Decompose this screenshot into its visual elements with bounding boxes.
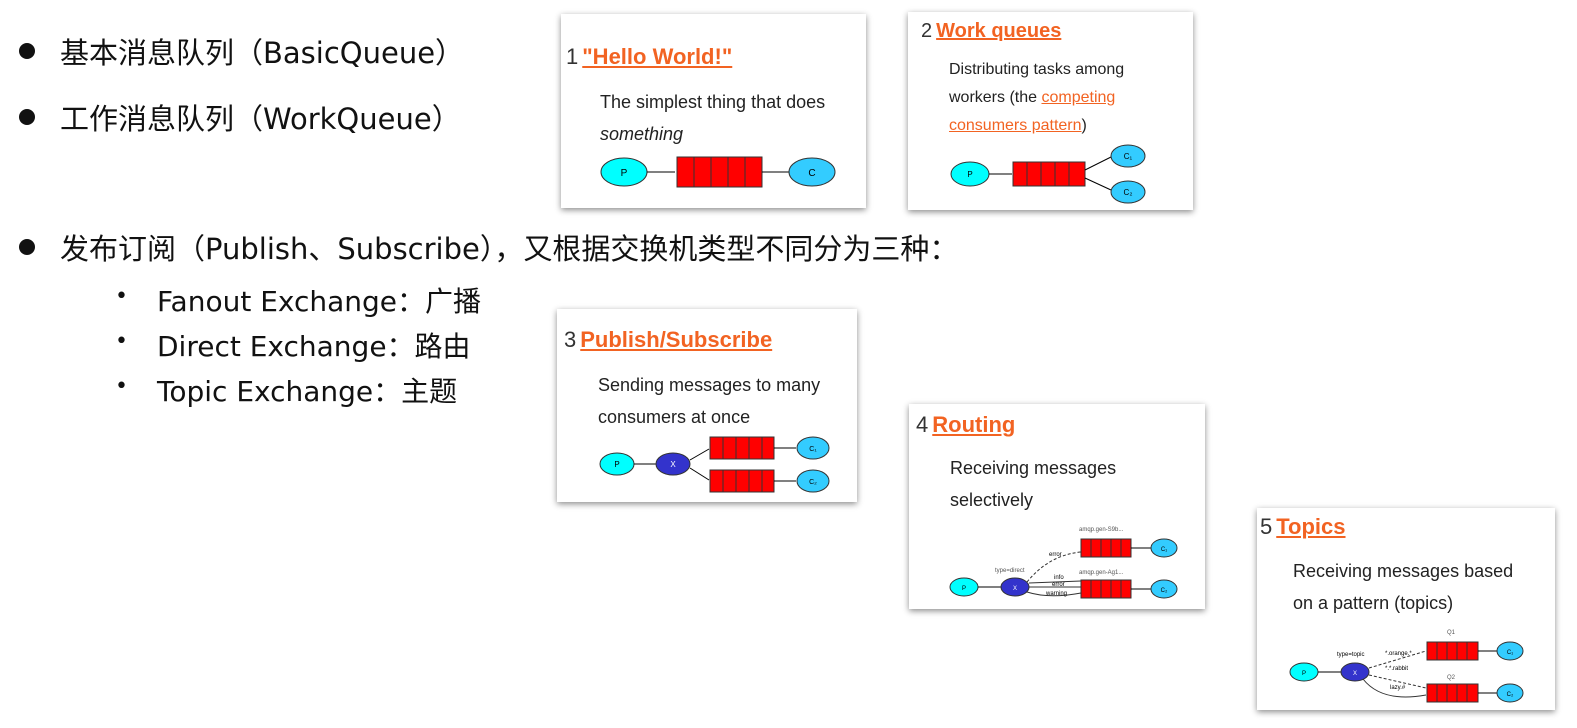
diagram-label: P xyxy=(962,586,966,592)
diagram-label: C₁ xyxy=(1161,547,1167,553)
diagram-label: C₂ xyxy=(1507,692,1514,698)
competing-consumers-link[interactable]: consumers pattern xyxy=(949,117,1082,134)
card-desc: something xyxy=(600,124,684,144)
bullet-dot-icon xyxy=(19,239,35,255)
bullet-text: 发布订阅（Publish、Subscribe），又根据交换机类型不同分为三种： xyxy=(60,232,959,266)
hello-world-diagram: P C xyxy=(600,156,836,188)
card-number: 1 xyxy=(566,44,579,69)
diagram-label: lazy.# xyxy=(1390,685,1406,691)
diagram-shape xyxy=(1080,538,1132,558)
card-desc: Receiving messages xyxy=(950,458,1117,478)
routing-link[interactable]: Routing xyxy=(932,412,1015,437)
bullet-dot-icon xyxy=(19,43,35,59)
diagram-label: Q2 xyxy=(1447,675,1456,681)
diagram-label: *.*.rabbit xyxy=(1385,666,1408,672)
card-number: 5 xyxy=(1260,514,1273,539)
card-number: 3 xyxy=(564,327,577,352)
sub-bullet-text: Direct Exchange：路由 xyxy=(157,330,471,363)
hello-world-link[interactable]: "Hello World!" xyxy=(582,44,732,69)
diagram-label: error xyxy=(1052,582,1065,588)
diagram-label: P xyxy=(1302,671,1306,677)
diagram-label: X xyxy=(670,460,676,469)
diagram-label: type=direct xyxy=(995,568,1025,574)
diagram-label: Q1 xyxy=(1447,630,1456,636)
bullet-publish-subscribe: 发布订阅（Publish、Subscribe），又根据交换机类型不同分为三种： xyxy=(19,226,959,268)
card-desc: consumers at once xyxy=(598,407,751,427)
diagram-label: C₁ xyxy=(1507,650,1513,656)
card-publish-subscribe: 3 Publish/Subscribe Sending messages to m… xyxy=(557,309,857,502)
card-desc: ) xyxy=(1081,117,1087,134)
diagram-shape xyxy=(1426,641,1479,661)
diagram-label: X xyxy=(1013,586,1017,592)
bullet-dot-icon: • xyxy=(115,284,128,309)
publish-subscribe-diagram: P X C₁ C₂ xyxy=(599,436,830,493)
diagram-label: P xyxy=(967,170,972,179)
card-routing: 4 Routing Receiving messages selectively P… xyxy=(909,404,1205,609)
diagram-shape xyxy=(689,448,710,461)
bullet-work-queue: 工作消息队列（WorkQueue） xyxy=(19,96,461,138)
topics-diagram: P X type=topic *.orange.* *.*.rabbit laz… xyxy=(1289,630,1524,703)
queue xyxy=(676,156,763,188)
sub-bullet-direct: • Direct Exchange：路由 xyxy=(115,325,471,365)
bullet-text: 基本消息队列（BasicQueue） xyxy=(60,36,465,70)
diagram-label: amqp.gen-Ag1... xyxy=(1079,570,1124,576)
routing-diagram: P X type=direct error info error warning… xyxy=(949,527,1178,599)
diagram-label: info xyxy=(1054,575,1064,581)
diagram-label: P xyxy=(621,168,628,179)
diagram-label: C₂ xyxy=(1124,188,1133,197)
competing-consumers-link[interactable]: competing xyxy=(1041,89,1115,106)
work-queues-link[interactable]: Work queues xyxy=(936,20,1061,42)
diagram-label: amqp.gen-S9b... xyxy=(1079,527,1124,533)
diagram-label: C xyxy=(808,168,815,179)
diagram-shape xyxy=(1084,177,1112,191)
diagram-shape xyxy=(1080,579,1132,599)
card-hello-world: 1 "Hello World!" The simplest thing that … xyxy=(561,14,866,208)
diagram-shape xyxy=(1084,156,1112,171)
card-work-queues: 2 Work queues Distributing tasks among wo… xyxy=(908,12,1193,210)
diagram-label: warning xyxy=(1045,591,1067,597)
diagram-shape xyxy=(709,469,775,493)
diagram-shape xyxy=(689,467,710,481)
diagram-shape xyxy=(1012,161,1086,187)
card-desc: The simplest thing that does xyxy=(600,92,826,112)
bullet-basic-queue: 基本消息队列（BasicQueue） xyxy=(19,30,465,72)
bullet-dot-icon: • xyxy=(115,374,128,399)
diagram-shape xyxy=(1426,683,1479,703)
diagram-shape xyxy=(676,156,763,188)
topics-link[interactable]: Topics xyxy=(1276,514,1345,539)
diagram-label: C₂ xyxy=(1161,588,1168,594)
card-desc: workers (the xyxy=(949,89,1042,106)
card-desc: selectively xyxy=(950,490,1034,510)
diagram-shape xyxy=(709,436,775,460)
diagram-label: P xyxy=(614,460,619,469)
card-desc: Receiving messages based xyxy=(1293,561,1514,581)
bullet-dot-icon xyxy=(19,109,35,125)
sub-bullet-topic: • Topic Exchange：主题 xyxy=(115,370,458,410)
diagram-label: X xyxy=(1353,671,1357,677)
card-desc: Distributing tasks among xyxy=(949,61,1125,78)
bullet-text: 工作消息队列（WorkQueue） xyxy=(60,102,461,136)
card-topics: 5 Topics Receiving messages based on a pat… xyxy=(1257,508,1555,710)
sub-bullet-text: Topic Exchange：主题 xyxy=(157,375,458,408)
card-number: 4 xyxy=(916,412,929,437)
card-desc: on a pattern (topics) xyxy=(1293,593,1454,613)
card-number: 2 xyxy=(921,20,933,42)
card-desc: Sending messages to many xyxy=(598,375,821,395)
bullet-dot-icon: • xyxy=(115,329,128,354)
work-queues-diagram: P C₁ C₂ xyxy=(950,144,1146,204)
diagram-label: C₂ xyxy=(809,479,817,486)
diagram-label: type=topic xyxy=(1337,652,1365,658)
diagram-label: *.orange.* xyxy=(1385,651,1412,657)
sub-bullet-text: Fanout Exchange：广播 xyxy=(157,285,482,318)
diagram-label: C₁ xyxy=(1124,152,1133,161)
publish-subscribe-link[interactable]: Publish/Subscribe xyxy=(580,327,772,352)
diagram-label: error xyxy=(1049,552,1062,558)
diagram-label: C₁ xyxy=(809,446,817,453)
sub-bullet-fanout: • Fanout Exchange：广播 xyxy=(115,280,482,320)
